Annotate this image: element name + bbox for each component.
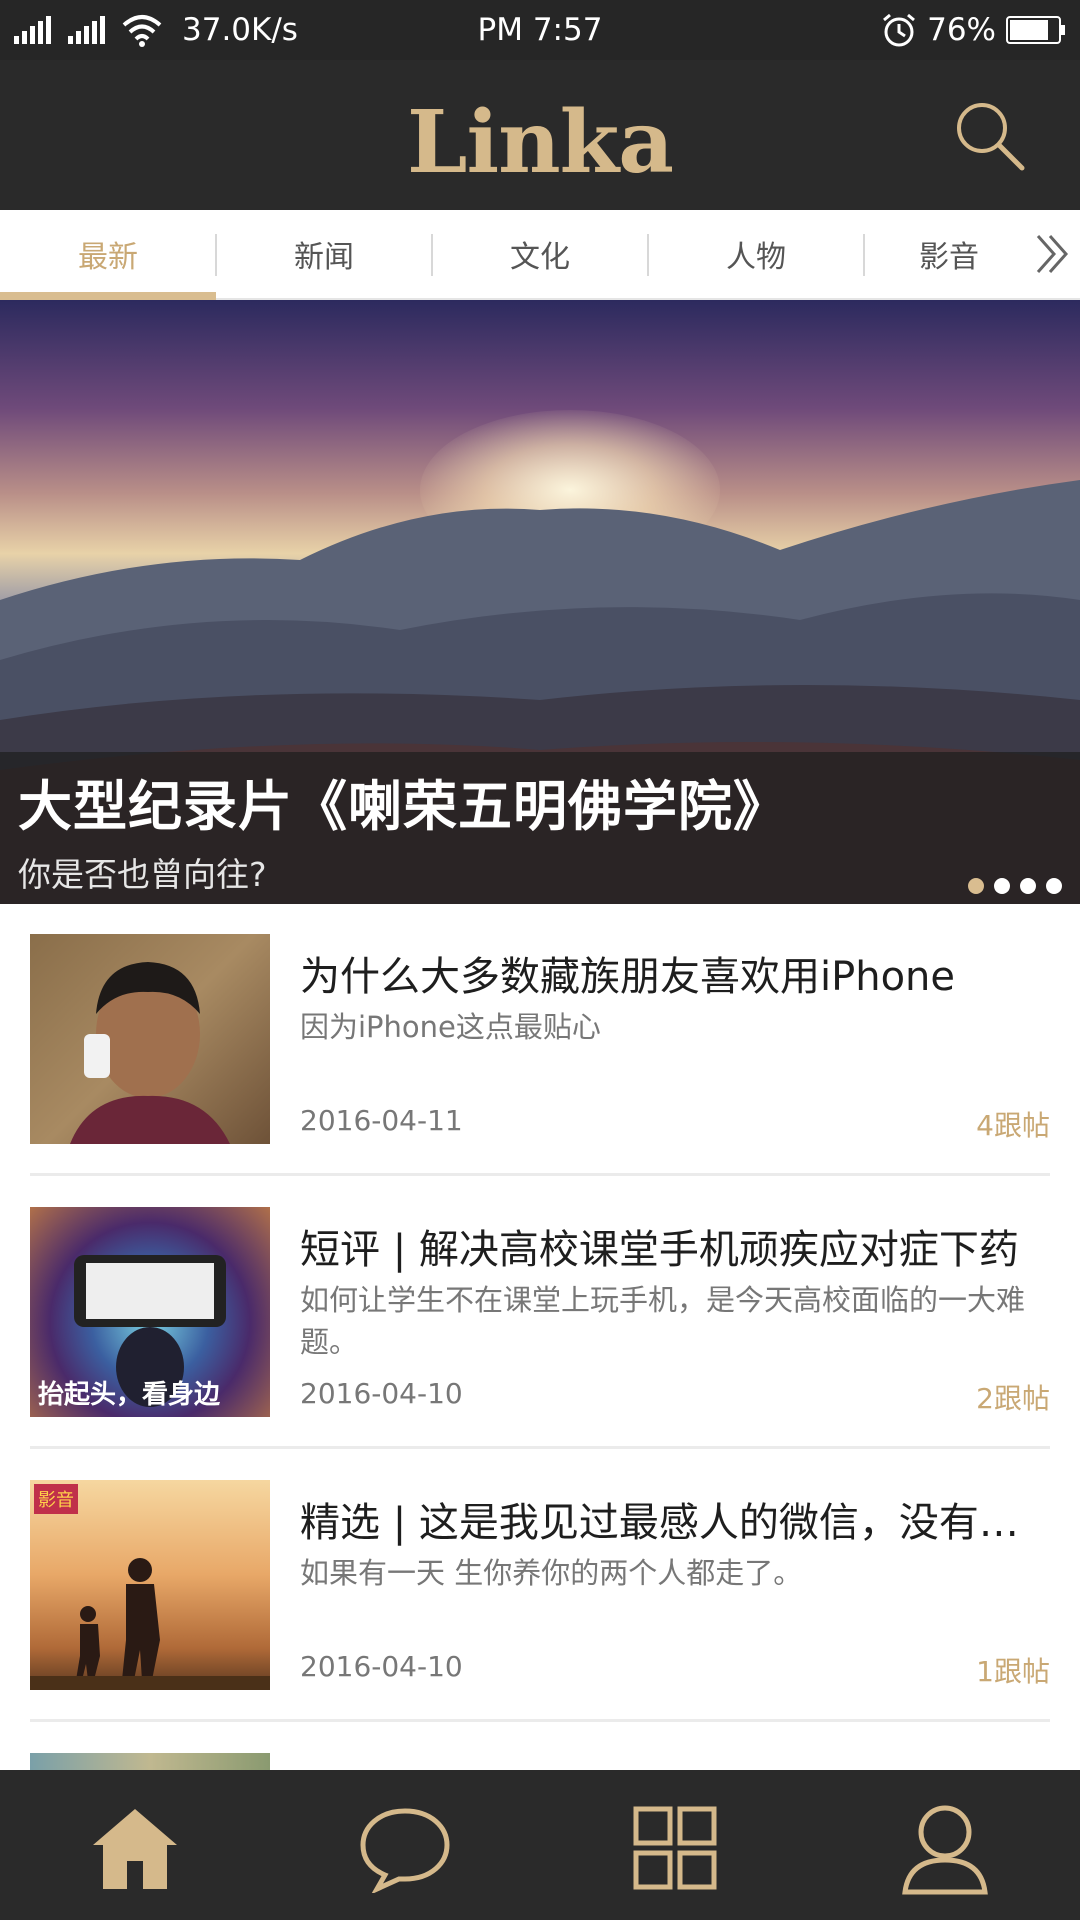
article-summary: 如果有一天 生你养你的两个人都走了。 bbox=[300, 1556, 803, 1590]
nav-home[interactable] bbox=[80, 1798, 190, 1898]
article-summary: 如何让学生不在课堂上玩手机，是今天高校面临的一大难题。 bbox=[300, 1283, 1026, 1359]
search-icon[interactable] bbox=[952, 98, 1028, 174]
article-title: 精选 | 这是我见过最感人的微信，没有之… bbox=[300, 1500, 1050, 1546]
active-tab-indicator bbox=[0, 292, 216, 300]
article-summary: 因为iPhone这点最贴心 bbox=[300, 1010, 601, 1044]
user-icon bbox=[902, 1805, 988, 1895]
carousel-dot[interactable] bbox=[968, 878, 984, 894]
carousel-dot[interactable] bbox=[994, 878, 1010, 894]
article-date: 2016-04-11 bbox=[300, 1104, 463, 1137]
battery-icon bbox=[1006, 16, 1065, 44]
home-icon bbox=[93, 1809, 177, 1889]
portrait-illustration bbox=[70, 962, 230, 1144]
nav-categories[interactable] bbox=[620, 1798, 730, 1898]
thumbnail-badge: 影音 bbox=[34, 1484, 78, 1514]
status-bar: 37.0K/s PM 7:57 76% bbox=[0, 0, 1080, 60]
grid-icon bbox=[633, 1806, 717, 1890]
article-thumbnail: 抬起头，看身边 bbox=[30, 1207, 270, 1417]
alarm-icon bbox=[883, 13, 916, 47]
app-header: Linka bbox=[0, 60, 1080, 210]
banner-subtitle: 你是否也曾向往? bbox=[18, 855, 267, 894]
tab-news[interactable]: 新闻 bbox=[216, 210, 432, 298]
article-item[interactable]: 抬起头，看身边 短评 | 解决高校课堂手机顽疾应对症下药 如何让学生不在课堂上玩… bbox=[30, 1177, 1050, 1449]
banner-title: 大型纪录片《喇荣五明佛学院》 bbox=[18, 775, 788, 838]
tab-latest[interactable]: 最新 bbox=[0, 210, 216, 298]
reply-count[interactable]: 2跟帖 bbox=[976, 1377, 1050, 1417]
category-tabs: 最新 新闻 文化 人物 影音 bbox=[0, 210, 1080, 300]
carousel-dot[interactable] bbox=[1020, 878, 1036, 894]
article-item[interactable]: 为什么大多数藏族朋友喜欢用iPhone 因为iPhone这点最贴心 2016-0… bbox=[30, 904, 1050, 1176]
app-logo: Linka bbox=[407, 92, 674, 193]
bottom-navigation bbox=[0, 1770, 1080, 1920]
article-date: 2016-04-10 bbox=[300, 1650, 463, 1683]
article-date: 2016-04-10 bbox=[300, 1377, 463, 1410]
carousel-indicator bbox=[968, 878, 1062, 894]
tab-culture[interactable]: 文化 bbox=[432, 210, 648, 298]
featured-banner[interactable]: 大型纪录片《喇荣五明佛学院》 你是否也曾向往? bbox=[0, 300, 1080, 904]
battery-percent: 76% bbox=[927, 12, 996, 48]
article-item[interactable]: 影音 精选 | 这是我见过最感人的微信，没有之… 如果有一天 生你养你的两个人都… bbox=[30, 1450, 1050, 1722]
article-title: 为什么大多数藏族朋友喜欢用iPhone bbox=[300, 954, 956, 1000]
tab-people[interactable]: 人物 bbox=[648, 210, 864, 298]
nav-profile[interactable] bbox=[890, 1798, 1000, 1898]
article-thumbnail: 影音 bbox=[30, 1480, 270, 1690]
chat-bubble-icon bbox=[360, 1808, 450, 1893]
reply-count[interactable]: 4跟帖 bbox=[976, 1104, 1050, 1144]
reply-count[interactable]: 1跟帖 bbox=[976, 1650, 1050, 1690]
nav-messages[interactable] bbox=[350, 1798, 460, 1898]
status-right: 76% bbox=[881, 0, 1066, 60]
article-title: 短评 | 解决高校课堂手机顽疾应对症下药 bbox=[300, 1227, 1019, 1273]
double-chevron-right-icon[interactable] bbox=[1032, 230, 1072, 278]
article-thumbnail bbox=[30, 934, 270, 1144]
thumbnail-caption: 抬起头，看身边 bbox=[38, 1380, 221, 1410]
tab-media[interactable]: 影音 bbox=[864, 210, 1034, 298]
carousel-dot[interactable] bbox=[1046, 878, 1062, 894]
